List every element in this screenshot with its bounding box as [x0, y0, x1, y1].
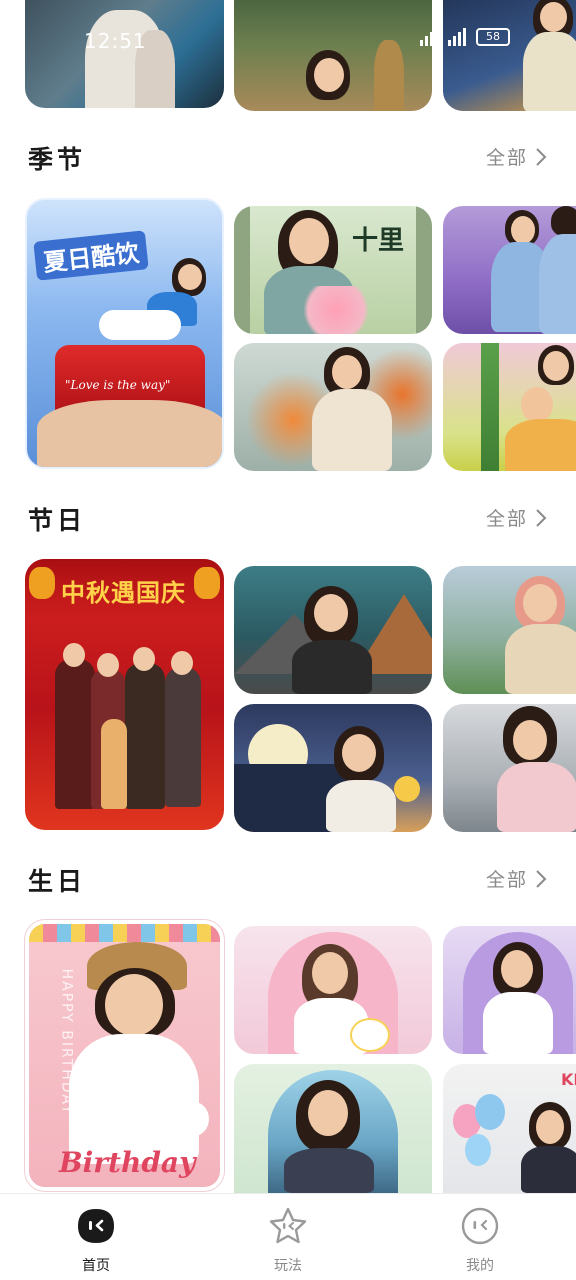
template-card-mid-autumn[interactable]: 中秋遇国庆 [25, 559, 224, 830]
face-icon [460, 1206, 500, 1246]
home-face-icon [76, 1206, 116, 1246]
balloons-kh: KH [561, 1070, 576, 1089]
template-card-moon[interactable] [234, 704, 432, 832]
chevron-right-icon [536, 508, 547, 527]
nav-label-home: 首页 [82, 1258, 110, 1274]
template-card-winter[interactable] [234, 343, 432, 471]
see-all-label: 全部 [485, 869, 528, 891]
see-all-birthday-button[interactable]: 全部 [486, 865, 548, 892]
template-card-birthday[interactable]: HAPPY BIRTHDAY Birthday [24, 919, 225, 1192]
template-card-top-3[interactable] [443, 0, 576, 111]
template-card-lavender[interactable] [443, 206, 576, 334]
see-all-label: 全部 [485, 508, 528, 530]
nav-label-play: 玩法 [274, 1258, 302, 1274]
summer-title: 夏日酷饮 [33, 230, 149, 281]
template-card-purple-arch[interactable] [443, 926, 576, 1054]
nav-home[interactable]: 首页 [0, 1194, 192, 1280]
chevron-right-icon [536, 147, 547, 166]
template-card-top-2[interactable] [234, 0, 432, 111]
template-card-green-arch[interactable] [234, 1064, 432, 1193]
section-title-holiday: 节日 [28, 506, 87, 535]
star-icon [268, 1206, 308, 1246]
see-all-label: 全部 [485, 147, 528, 169]
see-all-holiday-button[interactable]: 全部 [486, 504, 548, 531]
template-card-top-1[interactable] [25, 0, 224, 108]
template-card-autumn[interactable]: 十里 [234, 206, 432, 334]
template-card-pink-room[interactable] [234, 926, 432, 1054]
template-card-flowers[interactable] [443, 343, 576, 471]
template-card-summer-drink[interactable]: 夏日酷饮 "Love is the way" [25, 198, 224, 469]
birthday-text: Birthday [59, 1146, 196, 1179]
chevron-right-icon [536, 869, 547, 888]
see-all-season-button[interactable]: 全部 [486, 143, 548, 170]
section-title-birthday: 生日 [28, 867, 87, 896]
nav-label-mine: 我的 [466, 1258, 494, 1274]
summer-can-text: "Love is the way" [65, 378, 171, 392]
autumn-title: 十里 [352, 226, 405, 256]
template-card-balloons[interactable]: KH [443, 1064, 576, 1193]
template-card-hanfu[interactable] [443, 704, 576, 832]
template-card-mountain[interactable] [234, 566, 432, 694]
section-title-season: 季节 [28, 145, 87, 174]
bottom-nav: 首页 玩法 我的 [0, 1193, 576, 1280]
mid-autumn-title: 中秋遇国庆 [61, 579, 186, 607]
nav-play[interactable]: 玩法 [192, 1194, 384, 1280]
template-card-lake[interactable] [443, 566, 576, 694]
nav-mine[interactable]: 我的 [384, 1194, 576, 1280]
